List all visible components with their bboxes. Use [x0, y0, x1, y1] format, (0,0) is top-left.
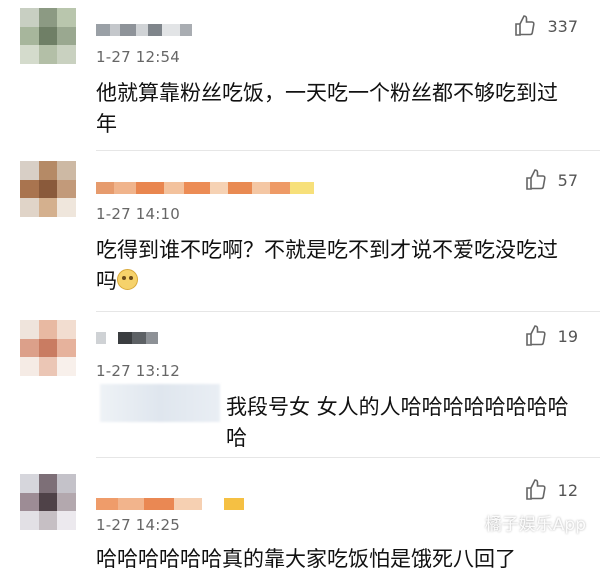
username-redacted[interactable] [96, 498, 244, 510]
like-button[interactable]: 57 [524, 168, 578, 192]
comment-text: 哈哈哈哈哈哈真的靠大家吃饭怕是饿死八回了 [96, 547, 516, 571]
watermark: 橘子娱乐App [484, 515, 586, 535]
avatar[interactable] [20, 8, 76, 64]
avatar[interactable] [20, 161, 76, 217]
username-redacted[interactable] [96, 332, 158, 344]
thumbs-up-icon [525, 325, 546, 346]
comment-time: 1-27 14:25 [96, 516, 181, 534]
comment-text-content: 吃得到谁不吃啊？不就是吃不到才说不爱吃没吃过吗 [96, 238, 558, 293]
username-redacted[interactable] [96, 182, 314, 194]
avatar[interactable] [20, 320, 76, 376]
comment-text: 吃得到谁不吃啊？不就是吃不到才说不爱吃没吃过吗 [96, 235, 576, 297]
comment-text: 他就算靠粉丝吃饭，一天吃一个粉丝都不够吃到过年 [96, 81, 558, 136]
like-count: 19 [557, 326, 578, 346]
mention-redacted [100, 384, 220, 422]
comment-text: 我段号女 女人的人哈哈哈哈哈哈哈哈哈 [226, 395, 569, 450]
thumbs-up-icon [525, 479, 546, 500]
comment-item: 1-27 14:10 吃得到谁不吃啊？不就是吃不到才说不爱吃没吃过吗 57 [0, 151, 600, 311]
avatar[interactable] [20, 474, 76, 530]
thumbs-up-icon [525, 169, 546, 190]
comment-item: 1-27 12:54 他就算靠粉丝吃饭，一天吃一个粉丝都不够吃到过年 337 [0, 0, 600, 150]
comment-item: 1-27 13:12 我段号女 女人的人哈哈哈哈哈哈哈哈哈 19 [0, 312, 600, 457]
comment-time: 1-27 13:12 [96, 362, 181, 380]
like-count: 12 [557, 480, 578, 500]
comment-time: 1-27 12:54 [96, 48, 181, 66]
like-count: 57 [557, 170, 578, 190]
thumbs-up-icon [515, 15, 536, 36]
comment-time: 1-27 14:10 [96, 205, 181, 223]
username-redacted[interactable] [96, 24, 192, 36]
like-button[interactable]: 337 [513, 14, 578, 38]
like-button[interactable]: 19 [524, 324, 578, 348]
like-button[interactable]: 12 [524, 478, 578, 502]
pleading-face-emoji-icon [117, 269, 138, 290]
like-count: 337 [547, 16, 578, 36]
